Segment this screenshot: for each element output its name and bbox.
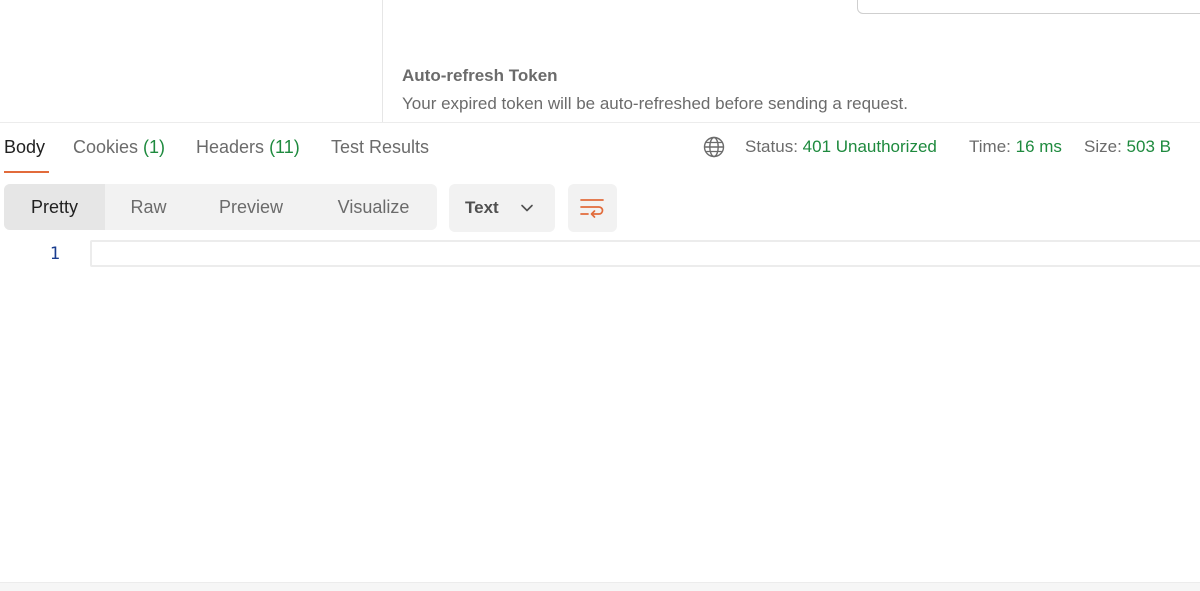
- tab-cookies-count: (1): [143, 137, 166, 157]
- tab-body-label: Body: [4, 137, 46, 157]
- tab-test-results[interactable]: Test Results: [331, 137, 429, 158]
- line-number: 1: [49, 244, 60, 264]
- size-label: Size:: [1084, 137, 1122, 156]
- view-toolbar: Pretty Raw Preview Visualize Text: [0, 184, 1200, 232]
- time-label: Time:: [969, 137, 1011, 156]
- mode-raw-button[interactable]: Raw: [105, 184, 192, 230]
- mode-preview-button[interactable]: Preview: [192, 184, 310, 230]
- tab-body[interactable]: Body: [4, 137, 50, 173]
- view-mode-selector: Pretty Raw Preview Visualize: [4, 184, 437, 230]
- tab-test-results-label: Test Results: [331, 137, 430, 157]
- active-line[interactable]: [90, 240, 1200, 267]
- tab-headers-label: Headers: [196, 137, 265, 157]
- auth-section: Auto-refresh Token Your expired token wi…: [0, 0, 1200, 122]
- tab-cookies[interactable]: Cookies (1): [73, 137, 165, 158]
- token-field[interactable]: [857, 0, 1200, 14]
- tab-headers-count: (11): [269, 137, 300, 157]
- bottom-status-bar: [0, 582, 1200, 591]
- status-value: 401 Unauthorized: [802, 137, 937, 156]
- response-body-editor[interactable]: 1: [0, 240, 1200, 580]
- mode-pretty-button[interactable]: Pretty: [4, 184, 105, 230]
- tab-cookies-label: Cookies: [73, 137, 139, 157]
- left-panel: [0, 0, 383, 122]
- time-value: 16 ms: [1015, 137, 1062, 156]
- size-value: 503 B: [1126, 137, 1171, 156]
- format-dropdown[interactable]: Text: [449, 184, 555, 232]
- status-readout[interactable]: Status: 401 Unauthorized: [745, 137, 937, 157]
- chevron-down-icon: [521, 204, 533, 212]
- wrap-lines-button[interactable]: [568, 184, 617, 232]
- auto-refresh-description: Your expired token will be auto-refreshe…: [402, 94, 908, 113]
- auto-refresh-title: Auto-refresh Token: [402, 66, 558, 85]
- status-label: Status:: [745, 137, 798, 156]
- size-readout[interactable]: Size: 503 B: [1084, 137, 1171, 157]
- response-tab-bar: Body Cookies (1) Headers (11) Test Resul…: [0, 122, 1200, 173]
- mode-visualize-button[interactable]: Visualize: [310, 184, 437, 230]
- time-readout[interactable]: Time: 16 ms: [969, 137, 1062, 157]
- globe-icon[interactable]: [703, 136, 725, 158]
- wrap-lines-icon: [580, 199, 604, 218]
- tab-headers[interactable]: Headers (11): [196, 137, 300, 158]
- format-value: Text: [465, 198, 499, 217]
